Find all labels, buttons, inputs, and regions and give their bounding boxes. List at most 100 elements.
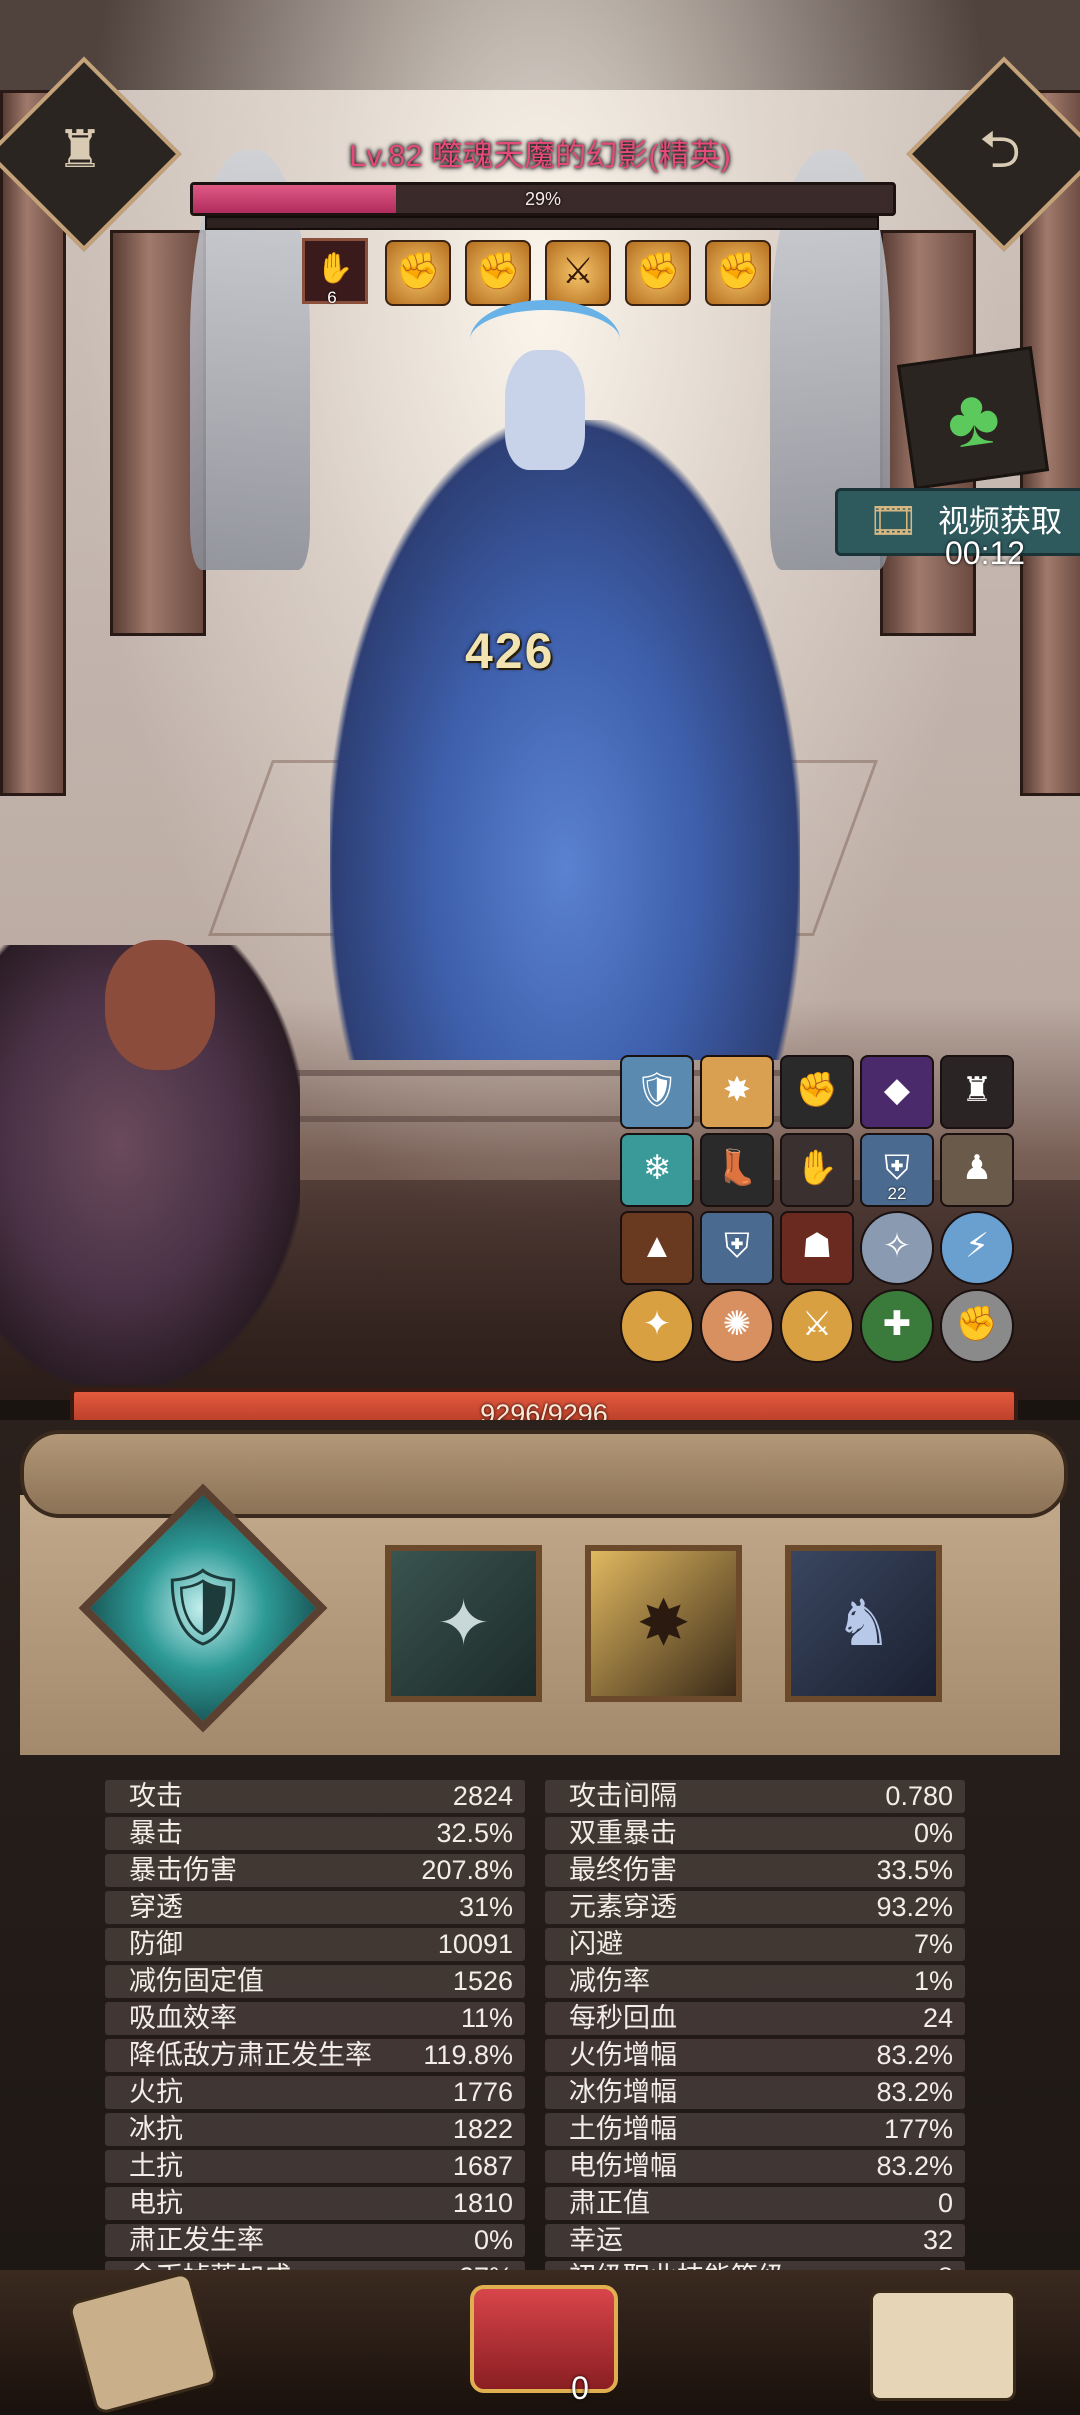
skill-stack-count: 22 [887,1184,907,1203]
stat-value: 0.780 [885,1781,953,1811]
boss-head [505,350,585,470]
stat-value: 1822 [452,2114,513,2144]
shield-emblem-icon: ⛨ [884,1149,910,1187]
stat-value: 2824 [452,1781,513,1811]
debuff-count: 6 [327,288,337,307]
stat-value: 119.8% [423,2040,513,2070]
stat-value: 1526 [452,1966,513,1996]
stat-row: 电抗 1810 [105,2187,525,2220]
stat-row: 暴击 32.5% [105,1817,525,1850]
stat-label: 肃正发生率 [129,2225,264,2255]
stat-row: 冰抗 1822 [105,2113,525,2146]
stat-row: 火伤增幅 83.2% [545,2039,965,2072]
skill-slot-6[interactable]: ❄ [620,1133,694,1207]
claw-icon: ✋ [795,1149,839,1187]
stat-label: 肃正值 [569,2188,650,2218]
skill-slot-2[interactable]: ✸ [585,1545,742,1702]
skill-slot-13[interactable]: ☗ [780,1211,854,1285]
buff-fist-icon-3[interactable]: ✊ [625,240,691,306]
stat-label: 暴击伤害 [129,1855,237,1885]
boss-figure[interactable] [330,420,800,1060]
stat-row: 火抗 1776 [105,2076,525,2109]
stat-label: 元素穿透 [569,1892,677,1922]
heal-cross-icon: ✚ [882,1305,912,1343]
stone-golem-icon: ♟ [961,1149,993,1187]
buff-fist-icon-1[interactable]: ✊ [385,240,451,306]
return-button[interactable]: ⮌ [906,56,1080,252]
stat-row: 攻击 2824 [105,1780,525,1813]
stat-value: 0% [913,1818,953,1848]
stat-value: 93.2% [876,1892,953,1922]
skill-slot-1[interactable]: ✦ [385,1545,542,1702]
armor-plate-icon: 🛡 [635,1071,679,1109]
claw-armor-icon: ✦ [436,1587,491,1659]
skill-slot-14[interactable]: ✧ [860,1211,934,1285]
skill-slot-3[interactable]: ✊ [780,1055,854,1129]
buff-sword-icon[interactable]: ⚔ [545,240,611,306]
ice-armor-skill-icon: 🛡 [154,1565,252,1650]
stat-label: 暴击 [129,1818,183,1848]
skill-slot-9[interactable]: ⛨ 22 [860,1133,934,1207]
skill-slot-2[interactable]: ✸ [700,1055,774,1129]
skill-slot-8[interactable]: ✋ [780,1133,854,1207]
stat-row: 暴击伤害 207.8% [105,1854,525,1887]
stat-row: 电伤增幅 83.2% [545,2150,965,2183]
dark-knight-icon: ♞ [834,1587,893,1659]
stat-row: 肃正发生率 0% [105,2224,525,2257]
stat-row: 穿透 31% [105,1891,525,1924]
skill-slot-3[interactable]: ♞ [785,1545,942,1702]
stat-value: 32 [922,2225,953,2255]
chest-count: 0 [571,2370,589,2406]
film-icon: 🎞 [868,499,919,543]
skill-slot-18[interactable]: ⚔ [780,1289,854,1363]
stat-label: 双重暴击 [569,1818,677,1848]
stat-row: 冰伤增幅 83.2% [545,2076,965,2109]
skill-slot-17[interactable]: ✺ [700,1289,774,1363]
dark-crystal-icon: ◆ [883,1071,911,1109]
stat-row: 减伤固定值 1526 [105,1965,525,1998]
skill-slot-19[interactable]: ✚ [860,1289,934,1363]
book-button[interactable] [870,2290,1016,2401]
stat-row: 土抗 1687 [105,2150,525,2183]
skill-slot-10[interactable]: ♟ [940,1133,1014,1207]
stat-label: 攻击间隔 [569,1781,677,1811]
stat-value: 1810 [452,2188,513,2218]
ice-armor-icon: ❄ [642,1149,672,1187]
luck-clover-button[interactable]: ♣ [896,346,1050,490]
skill-slot-12[interactable]: ⛨ [700,1211,774,1285]
boss-hp-percent: 29% [524,189,562,209]
stat-label: 穿透 [129,1892,183,1922]
skill-slot-15[interactable]: ⚡ [940,1211,1014,1285]
buff-fist-icon-4[interactable]: ✊ [705,240,771,306]
skill-slot-20[interactable]: ✊ [940,1289,1014,1363]
skill-slot-16[interactable]: ✦ [620,1289,694,1363]
skill-slot-11[interactable]: ▲ [620,1211,694,1285]
stat-label: 防御 [129,1929,183,1959]
stat-label: 降低敌方肃正发生率 [129,2040,372,2070]
stat-row: 幸运 32 [545,2224,965,2257]
boss-hp-bar: 29% [190,182,896,216]
stat-row: 肃正值 0 [545,2187,965,2220]
castle-button[interactable]: ♜ [0,56,182,252]
stat-row: 每秒回血 24 [545,2002,965,2035]
stat-value: 33.5% [876,1855,953,1885]
blue-emblem-icon: ⛨ [724,1227,750,1265]
stat-value: 10091 [437,1929,513,1959]
skill-slot-7[interactable]: 👢 [700,1133,774,1207]
skill-slot-5[interactable]: ♜ [940,1055,1014,1129]
burst-icon: ✺ [722,1305,752,1343]
stat-label: 闪避 [569,1929,623,1959]
amulet-icon: ▲ [640,1227,674,1265]
video-reward-timer: 00:12 [945,535,1026,571]
skill-slot-1[interactable]: 🛡 [620,1055,694,1129]
stat-row: 减伤率 1% [545,1965,965,1998]
buff-fist-icon-2[interactable]: ✊ [465,240,531,306]
stat-label: 电伤增幅 [569,2151,677,2181]
dark-armor-icon: ♜ [961,1071,993,1109]
skill-slot-4[interactable]: ◆ [860,1055,934,1129]
stat-row: 吸血效率 11% [105,2002,525,2035]
light-burst-skill-icon: ✸ [636,1587,691,1659]
stat-label: 攻击 [129,1781,183,1811]
light-burst-icon: ✸ [722,1071,752,1109]
stat-label: 幸运 [569,2225,623,2255]
